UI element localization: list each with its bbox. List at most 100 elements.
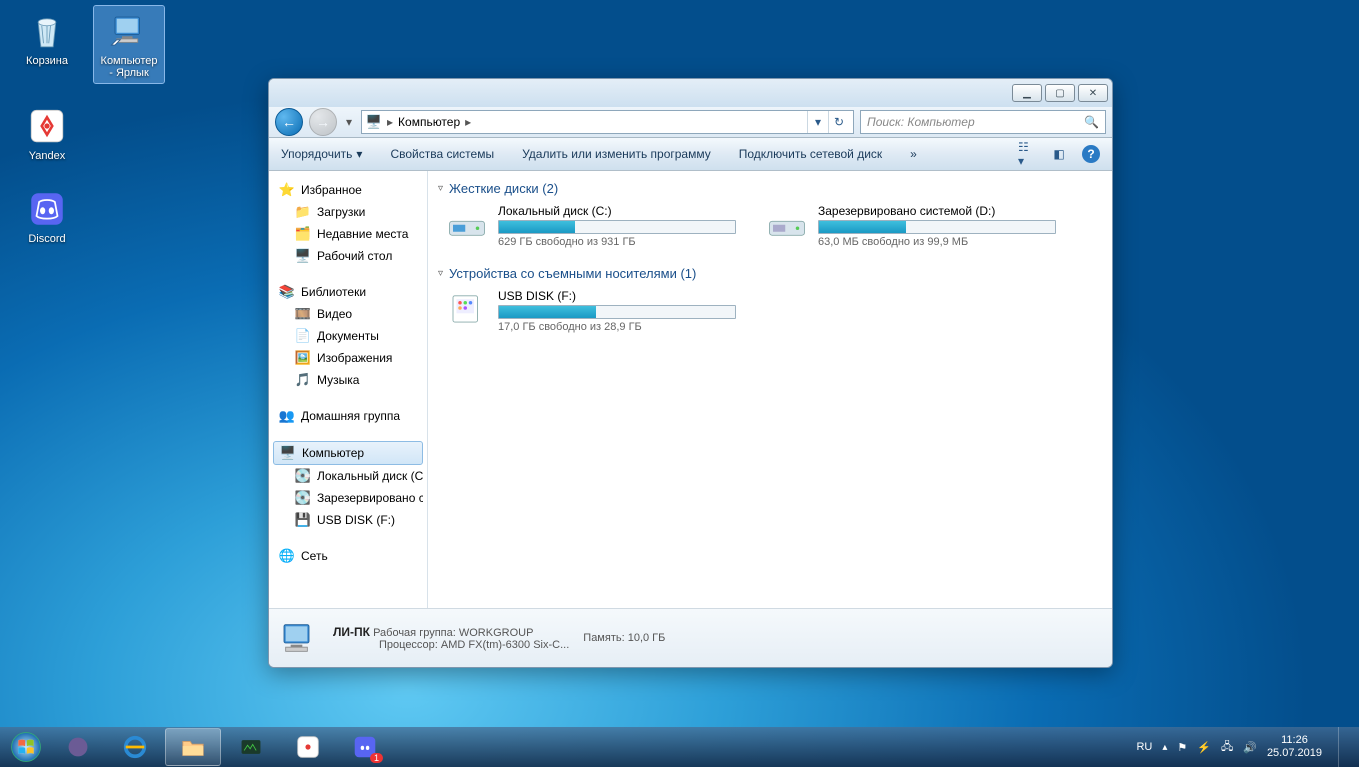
drive-name: Зарезервировано системой (D:): [818, 204, 1056, 218]
notification-badge: 1: [370, 753, 383, 763]
organize-button[interactable]: Упорядочить ▾: [281, 147, 362, 161]
computer-icon: 🖥️: [280, 445, 296, 461]
drive-reserved-d[interactable]: Зарезервировано системой (D:) 63,0 МБ св…: [766, 204, 1056, 248]
sidebar-libraries[interactable]: 📚Библиотеки: [273, 281, 423, 303]
chevron-down-icon: ▾: [356, 147, 362, 161]
sidebar-music[interactable]: 🎵Музыка: [273, 369, 423, 391]
desktop-icon-yandex[interactable]: Yandex: [12, 101, 82, 166]
nav-history-dropdown[interactable]: ▾: [343, 115, 355, 129]
back-button[interactable]: ←: [275, 108, 303, 136]
discord-icon: [26, 188, 68, 230]
folder-icon: 📁: [295, 204, 311, 220]
collapse-arrow-icon: ▿: [438, 268, 443, 279]
drive-local-c[interactable]: Локальный диск (C:) 629 ГБ свободно из 9…: [446, 204, 736, 248]
power-icon[interactable]: ⚡: [1197, 741, 1211, 754]
sidebar-network[interactable]: 🌐Сеть: [273, 545, 423, 567]
sidebar-video[interactable]: 🎞️Видео: [273, 303, 423, 325]
help-button[interactable]: ?: [1082, 145, 1100, 163]
hdd-icon: [766, 204, 808, 242]
drive-usb-f[interactable]: USB DISK (F:) 17,0 ГБ свободно из 28,9 Г…: [446, 289, 736, 333]
breadcrumb-separator-icon: ▸: [387, 115, 393, 129]
sidebar-drive-f[interactable]: 💾USB DISK (F:): [273, 509, 423, 531]
taskbar-explorer[interactable]: [165, 728, 221, 766]
view-options-button[interactable]: ☷ ▾: [1018, 145, 1036, 163]
sidebar-drive-c[interactable]: 💽Локальный диск (C:): [273, 465, 423, 487]
desktop-icon-recycle-bin[interactable]: Корзина: [12, 6, 82, 83]
show-desktop-button[interactable]: [1338, 727, 1351, 767]
sidebar-homegroup[interactable]: 👥Домашняя группа: [273, 405, 423, 427]
group-removable[interactable]: ▿Устройства со съемными носителями (1): [438, 266, 1102, 281]
sidebar-recent-places[interactable]: 🗂️Недавние места: [273, 223, 423, 245]
discord-icon: 1: [351, 733, 379, 761]
minimize-button[interactable]: ▁: [1012, 84, 1042, 102]
app-icon: [237, 733, 265, 761]
desktop-icon-computer-shortcut[interactable]: Компьютер - Ярлык: [94, 6, 164, 83]
preview-pane-button[interactable]: ◧: [1050, 145, 1068, 163]
breadcrumb-computer[interactable]: Компьютер: [398, 115, 460, 129]
clock[interactable]: 11:26 25.07.2019: [1267, 734, 1322, 760]
sidebar-downloads[interactable]: 📁Загрузки: [273, 201, 423, 223]
close-button[interactable]: ✕: [1078, 84, 1108, 102]
drive-free-text: 17,0 ГБ свободно из 28,9 ГБ: [498, 321, 736, 333]
desktop-icons: Корзина Компьютер - Ярлык Yandex Discord: [12, 6, 164, 249]
drive-free-text: 629 ГБ свободно из 931 ГБ: [498, 236, 736, 248]
start-button[interactable]: [4, 729, 48, 765]
content-pane: ▿Жесткие диски (2) Локальный диск (C:) 6…: [428, 171, 1112, 608]
network-icon[interactable]: 🖧: [1221, 738, 1233, 757]
uninstall-program-button[interactable]: Удалить или изменить программу: [522, 147, 711, 161]
toolbar-overflow-icon[interactable]: »: [910, 147, 917, 161]
sidebar-computer[interactable]: 🖥️Компьютер: [273, 441, 423, 465]
homegroup-icon: 👥: [279, 408, 295, 424]
time-text: 11:26: [1267, 734, 1322, 747]
taskbar-pinned-ie[interactable]: [108, 729, 162, 765]
group-hard-drives[interactable]: ▿Жесткие диски (2): [438, 181, 1102, 196]
taskbar-yandex-browser[interactable]: [281, 729, 335, 765]
system-properties-button[interactable]: Свойства системы: [390, 147, 494, 161]
desktop-icon-label: Discord: [28, 233, 65, 245]
address-dropdown-button[interactable]: ▾: [807, 111, 828, 133]
computer-icon: 🖥️: [366, 114, 382, 130]
sidebar-desktop[interactable]: 🖥️Рабочий стол: [273, 245, 423, 267]
drive-usage-bar: [498, 305, 736, 319]
show-hidden-icons-button[interactable]: ▴: [1162, 742, 1167, 753]
video-icon: 🎞️: [295, 306, 311, 322]
desktop-icon-discord[interactable]: Discord: [12, 184, 82, 249]
volume-icon[interactable]: 🔊: [1243, 741, 1257, 754]
pictures-icon: 🖼️: [295, 350, 311, 366]
sidebar-pictures[interactable]: 🖼️Изображения: [273, 347, 423, 369]
details-pane: ЛИ-ПК Рабочая группа: WORKGROUP Процессо…: [269, 608, 1112, 667]
sidebar-drive-d[interactable]: 💽Зарезервировано системой (D:): [273, 487, 423, 509]
navigation-pane: ⭐Избранное 📁Загрузки 🗂️Недавние места 🖥️…: [269, 171, 428, 608]
taskbar-pinned-yandex-launcher[interactable]: [51, 729, 105, 765]
maximize-button[interactable]: ▢: [1045, 84, 1075, 102]
taskbar-discord[interactable]: 1: [338, 729, 392, 765]
drive-name: USB DISK (F:): [498, 289, 736, 303]
taskbar-pinned-app[interactable]: [224, 729, 278, 765]
sidebar-documents[interactable]: 📄Документы: [273, 325, 423, 347]
documents-icon: 📄: [295, 328, 311, 344]
action-center-icon[interactable]: ⚑: [1177, 741, 1187, 754]
collapse-arrow-icon: ▿: [438, 183, 443, 194]
search-box[interactable]: Поиск: Компьютер 🔍: [860, 110, 1106, 134]
yandex-icon: [294, 733, 322, 761]
drive-usage-bar: [498, 220, 736, 234]
address-bar[interactable]: 🖥️ ▸ Компьютер ▸ ▾ ↻: [361, 110, 854, 134]
window-titlebar[interactable]: ▁ ▢ ✕: [269, 79, 1112, 107]
system-tray: RU ▴ ⚑ ⚡ 🖧 🔊 11:26 25.07.2019: [1136, 727, 1355, 767]
search-icon[interactable]: 🔍: [1084, 115, 1099, 129]
folder-icon: [179, 733, 207, 761]
language-indicator[interactable]: RU: [1136, 741, 1152, 753]
map-network-drive-button[interactable]: Подключить сетевой диск: [739, 147, 882, 161]
command-bar: Упорядочить ▾ Свойства системы Удалить и…: [269, 138, 1112, 171]
star-icon: ⭐: [279, 182, 295, 198]
desktop-icon-label: Корзина: [26, 55, 68, 67]
network-icon: 🌐: [279, 548, 295, 564]
sidebar-favorites[interactable]: ⭐Избранное: [273, 179, 423, 201]
forward-button[interactable]: →: [309, 108, 337, 136]
drive-usage-bar: [818, 220, 1056, 234]
navigation-bar: ← → ▾ 🖥️ ▸ Компьютер ▸ ▾ ↻ Поиск: Компью…: [269, 107, 1112, 138]
pc-name: ЛИ-ПК: [333, 625, 370, 639]
computer-icon: [279, 618, 319, 658]
removable-drive-icon: [446, 289, 488, 327]
refresh-button[interactable]: ↻: [828, 111, 849, 133]
